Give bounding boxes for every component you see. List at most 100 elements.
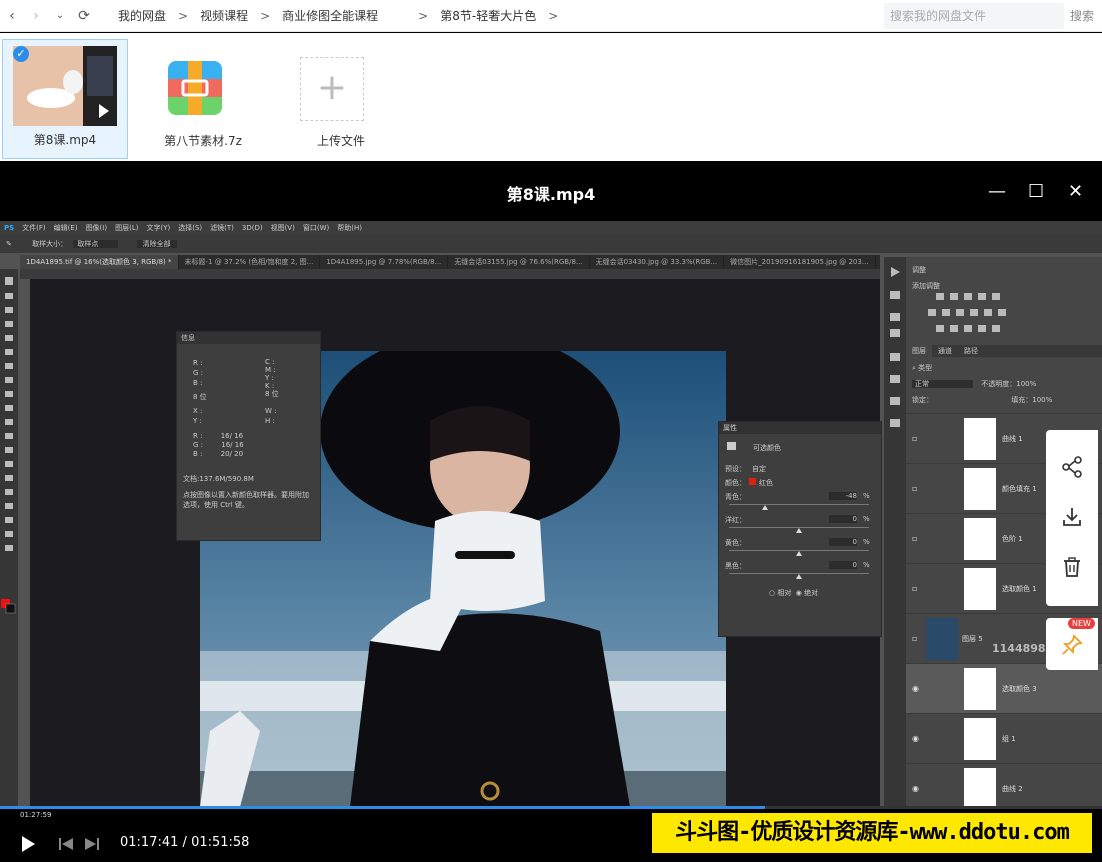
slider-knob[interactable] bbox=[796, 574, 802, 579]
props-slider-row[interactable]: 黑色： 0% bbox=[725, 561, 875, 581]
eye-icon[interactable]: ▫ bbox=[912, 434, 917, 443]
eye-icon[interactable]: ▫ bbox=[912, 534, 917, 543]
layer-thumbnail bbox=[964, 468, 996, 510]
layer-thumbnail bbox=[926, 618, 958, 660]
ps-doc-tab: 微信图片_20190916181905.jpg @ 203... bbox=[724, 255, 876, 269]
info-s1-b: B : bbox=[193, 450, 203, 458]
download-icon[interactable] bbox=[1046, 492, 1098, 542]
slider-knob[interactable] bbox=[762, 505, 769, 510]
ps-right-dock bbox=[884, 257, 906, 807]
slider-value[interactable]: -48 bbox=[829, 492, 857, 500]
fill-value: 100% bbox=[1032, 396, 1053, 404]
ps-menu-item: 图层(L) bbox=[115, 224, 139, 232]
file-item-archive[interactable]: 第八节素材.7z bbox=[140, 39, 266, 159]
layers-tab: 图层 bbox=[906, 345, 932, 357]
kind-value: 类型 bbox=[918, 364, 933, 372]
props-slider-row[interactable]: 黄色： 0% bbox=[725, 538, 875, 558]
props-preset: 预设： 自定 bbox=[725, 464, 766, 474]
sample-size-label: 取样大小： bbox=[32, 240, 68, 248]
back-icon[interactable]: ‹ bbox=[0, 4, 24, 28]
eye-icon[interactable]: ▫ bbox=[912, 484, 917, 493]
slider-value[interactable]: 0 bbox=[829, 561, 857, 569]
next-icon[interactable] bbox=[84, 837, 100, 851]
panel-title: 属性 bbox=[719, 422, 881, 434]
ps-properties-panel: 属性 可选颜色 预设： 自定 颜色： 红色 青色： -48% 洋红： 0% 黄色： 0% 黑色：… bbox=[718, 421, 882, 637]
ps-menu-item: 文字(Y) bbox=[146, 224, 171, 232]
file-name: 第8课.mp4 bbox=[33, 133, 97, 147]
top-bar: ‹ › ⌄ ⟳ 我的网盘 > 视频课程 > 商业修图全能课程 > 第8节-轻奢大… bbox=[0, 0, 1102, 32]
trash-icon[interactable] bbox=[1046, 542, 1098, 592]
info-bit: 8 位 bbox=[193, 393, 207, 401]
slider-value[interactable]: 0 bbox=[829, 538, 857, 546]
info-k: K : bbox=[265, 382, 275, 390]
info-w: W : bbox=[265, 407, 277, 415]
layers-kind: ⌕ 类型 bbox=[912, 364, 933, 372]
props-slider-row[interactable]: 洋红： 0% bbox=[725, 515, 875, 535]
eye-icon[interactable]: ◉ bbox=[912, 684, 919, 693]
layer-row[interactable]: ◉ 选取颜色 3 bbox=[906, 663, 1102, 713]
ps-menu-item: 选择(S) bbox=[178, 224, 203, 232]
props-sub: 可选颜色 bbox=[727, 442, 781, 453]
props-method: ○ 相对 ◉ 绝对 bbox=[769, 589, 819, 597]
minimize-icon[interactable]: — bbox=[988, 183, 1006, 201]
layer-name: 选取颜色 1 bbox=[1002, 585, 1037, 593]
breadcrumb-item[interactable]: 第8节-轻奢大片色 bbox=[432, 7, 544, 24]
props-slider-row[interactable]: 青色： -48% bbox=[725, 492, 875, 512]
eye-icon[interactable]: ◉ bbox=[912, 784, 919, 793]
share-icon[interactable] bbox=[1046, 442, 1098, 492]
slider-knob[interactable] bbox=[796, 551, 802, 556]
time-sep: / bbox=[182, 835, 187, 850]
slider-unit: % bbox=[863, 561, 870, 569]
breadcrumb-item[interactable]: 我的网盘 bbox=[110, 7, 174, 24]
color-value: 红色 bbox=[759, 479, 773, 487]
info-b: B : bbox=[193, 379, 203, 387]
layer-row[interactable]: ◉ 曲线 2 bbox=[906, 763, 1102, 807]
slider-value[interactable]: 0 bbox=[829, 515, 857, 523]
upload-file-button[interactable]: + 上传文件 bbox=[278, 39, 404, 159]
forward-icon[interactable]: › bbox=[24, 4, 48, 28]
layer-name: 组 1 bbox=[1002, 735, 1016, 743]
blend-mode: 正常 bbox=[912, 380, 973, 388]
player-title: 第8课.mp4 bbox=[506, 185, 596, 204]
maximize-icon[interactable]: ☐ bbox=[1028, 183, 1044, 201]
check-icon[interactable]: ✓ bbox=[13, 46, 29, 62]
file-item-video[interactable]: ✓ 第8课.mp4 bbox=[2, 39, 128, 159]
play-icon[interactable] bbox=[20, 835, 36, 853]
method-absolute: 绝对 bbox=[804, 589, 819, 597]
breadcrumb-sep: > bbox=[548, 8, 559, 23]
layer-name: 曲线 2 bbox=[1002, 785, 1023, 793]
layer-thumbnail bbox=[964, 518, 996, 560]
hover-time: 01:27:59 bbox=[20, 811, 52, 819]
slider-label: 黄色： bbox=[725, 539, 746, 547]
refresh-icon[interactable]: ⟳ bbox=[72, 4, 96, 28]
watermark-text: 斗斗图-优质设计资源库-www.ddotu.com bbox=[652, 813, 1092, 853]
eye-icon[interactable]: ▫ bbox=[912, 634, 917, 643]
slider-knob[interactable] bbox=[796, 528, 802, 533]
layer-thumbnail bbox=[964, 768, 996, 807]
info-bit: 8 位 bbox=[265, 390, 279, 398]
fill-label: 填充： bbox=[1011, 396, 1033, 404]
search-button[interactable]: 搜索 bbox=[1070, 3, 1094, 29]
sample-size-value: 取样点 bbox=[73, 240, 119, 248]
ps-menu-item: 滤镜(T) bbox=[210, 224, 234, 232]
panel-title: 信息 bbox=[177, 332, 320, 344]
prev-icon[interactable] bbox=[58, 837, 74, 851]
total-time: 01:51:58 bbox=[191, 835, 250, 850]
info-doc: 文档:137.6M/590.8M bbox=[183, 475, 254, 483]
close-icon[interactable]: ✕ bbox=[1068, 183, 1083, 201]
chevron-down-icon[interactable]: ⌄ bbox=[48, 4, 72, 28]
search-input[interactable]: 搜索我的网盘文件 bbox=[884, 3, 1064, 29]
eye-icon[interactable]: ◉ bbox=[912, 734, 919, 743]
ps-doc-tab: 未标题-1 @ 37.2% (色相/饱和度 2, 图... bbox=[179, 255, 321, 269]
info-y: Y : bbox=[265, 374, 274, 382]
slider-unit: % bbox=[863, 515, 870, 523]
layer-row[interactable]: ◉ 组 1 bbox=[906, 713, 1102, 763]
breadcrumb-item[interactable]: 视频课程 bbox=[192, 7, 256, 24]
info-wh: W : H : bbox=[265, 406, 277, 426]
video-frame[interactable]: PS 文件(F) 编辑(E) 图像(I) 图层(L) 文字(Y) 选择(S) 滤… bbox=[0, 221, 1102, 807]
eye-icon[interactable]: ▫ bbox=[912, 584, 917, 593]
breadcrumb-item[interactable]: 商业修图全能课程 bbox=[274, 7, 414, 24]
ps-options-bar: ✎ 取样大小： 取样点 清除全部 bbox=[0, 235, 1102, 253]
watermark-banner: 斗斗图-优质设计资源库-www.ddotu.com bbox=[650, 809, 1098, 859]
layer-name: 颜色填充 1 bbox=[1002, 485, 1037, 493]
